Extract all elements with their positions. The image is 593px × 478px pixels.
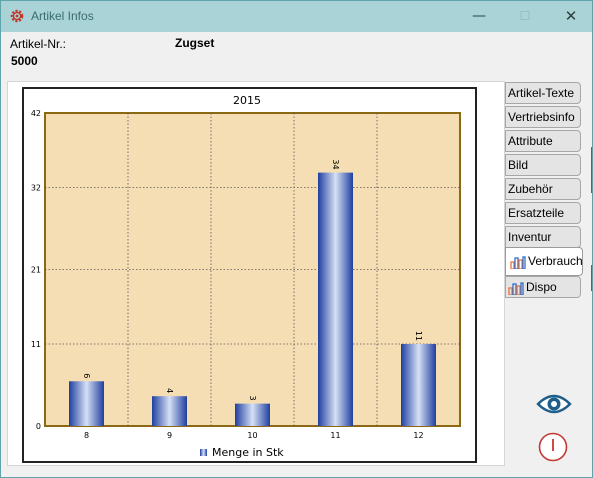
- y-tick-label: 42: [31, 109, 41, 118]
- x-tick-label: 11: [330, 431, 340, 440]
- legend-swatch: [200, 449, 207, 456]
- x-axis-ticks: 8 9 10 11 12: [84, 431, 424, 440]
- bar-data-label: 3: [248, 396, 257, 401]
- tab-label: Inventur: [508, 230, 552, 244]
- tab-dispo[interactable]: Dispo: [505, 276, 581, 298]
- tab-zubehör[interactable]: Zubehör: [505, 178, 581, 200]
- y-tick-label: 21: [31, 266, 41, 275]
- y-tick-label: 11: [31, 340, 41, 349]
- chart-title: 2015: [233, 94, 261, 107]
- window-title: Artikel Infos: [31, 9, 94, 23]
- bar-chart-icon: [508, 282, 524, 295]
- bar: [235, 403, 270, 426]
- tab-attribute[interactable]: Attribute: [505, 130, 581, 152]
- chart-panel: 2015 0 11 21 32 42 6 4 3 34 11 8 9 10 11 12 Menge in…: [7, 81, 505, 466]
- tab-label: Attribute: [508, 134, 553, 148]
- legend-label: Menge in Stk: [212, 446, 284, 459]
- bar-data-label: 6: [82, 373, 91, 378]
- tab-inventur[interactable]: Inventur: [505, 226, 581, 248]
- bar-chart-icon: [510, 256, 526, 269]
- tab-label: Zubehör: [508, 182, 553, 196]
- consumption-chart: 2015 0 11 21 32 42 6 4 3 34 11 8 9 10 11 12 Menge in…: [31, 94, 461, 459]
- article-number-label: Artikel-Nr.:: [10, 37, 67, 51]
- article-name: Zugset: [175, 36, 215, 50]
- tab-label: Bild: [508, 158, 529, 172]
- tab-vertriebsinfo[interactable]: Vertriebsinfo: [505, 106, 581, 128]
- close-button[interactable]: ✕: [548, 1, 592, 32]
- tab-label: Verbrauch: [528, 254, 583, 268]
- bar: [318, 172, 353, 426]
- y-tick-label: 0: [36, 422, 41, 431]
- x-tick-label: 10: [247, 431, 257, 440]
- bar-data-label: 4: [165, 388, 174, 393]
- y-axis-ticks: 0 11 21 32 42: [31, 109, 41, 431]
- power-icon[interactable]: [537, 431, 569, 463]
- tab-ersatzteile[interactable]: Ersatzteile: [505, 202, 581, 224]
- article-number-value: 5000: [11, 54, 38, 68]
- gear-icon: [10, 9, 24, 23]
- artikel-infos-window: Artikel Infos — ☐ ✕ Artikel-Nr.: Zugset …: [0, 0, 593, 478]
- chart-frame: 2015 0 11 21 32 42 6 4 3 34 11 8 9 10 11 12 Menge in…: [22, 87, 477, 463]
- tab-verbrauch[interactable]: Verbrauch: [505, 247, 583, 276]
- tab-label: Vertriebsinfo: [508, 110, 575, 124]
- tab-label: Ersatzteile: [508, 206, 565, 220]
- x-tick-label: 8: [84, 431, 89, 440]
- tab-bild[interactable]: Bild: [505, 154, 581, 176]
- x-tick-label: 9: [167, 431, 172, 440]
- tab-label: Artikel-Texte: [508, 86, 575, 100]
- bar-data-label: 34: [331, 159, 340, 169]
- maximize-button[interactable]: ☐: [502, 1, 548, 32]
- bar: [69, 381, 104, 426]
- bar: [401, 344, 436, 426]
- bar-data-label: 11: [414, 331, 423, 341]
- x-tick-label: 12: [413, 431, 423, 440]
- chart-legend: Menge in Stk: [200, 446, 284, 459]
- tab-label: Dispo: [526, 280, 557, 294]
- y-tick-label: 32: [31, 184, 41, 193]
- tab-artikel-texte[interactable]: Artikel-Texte: [505, 82, 581, 104]
- eye-icon[interactable]: [536, 390, 572, 418]
- title-bar[interactable]: Artikel Infos — ☐ ✕: [1, 1, 592, 32]
- minimize-button[interactable]: —: [456, 1, 502, 32]
- bar: [152, 396, 187, 426]
